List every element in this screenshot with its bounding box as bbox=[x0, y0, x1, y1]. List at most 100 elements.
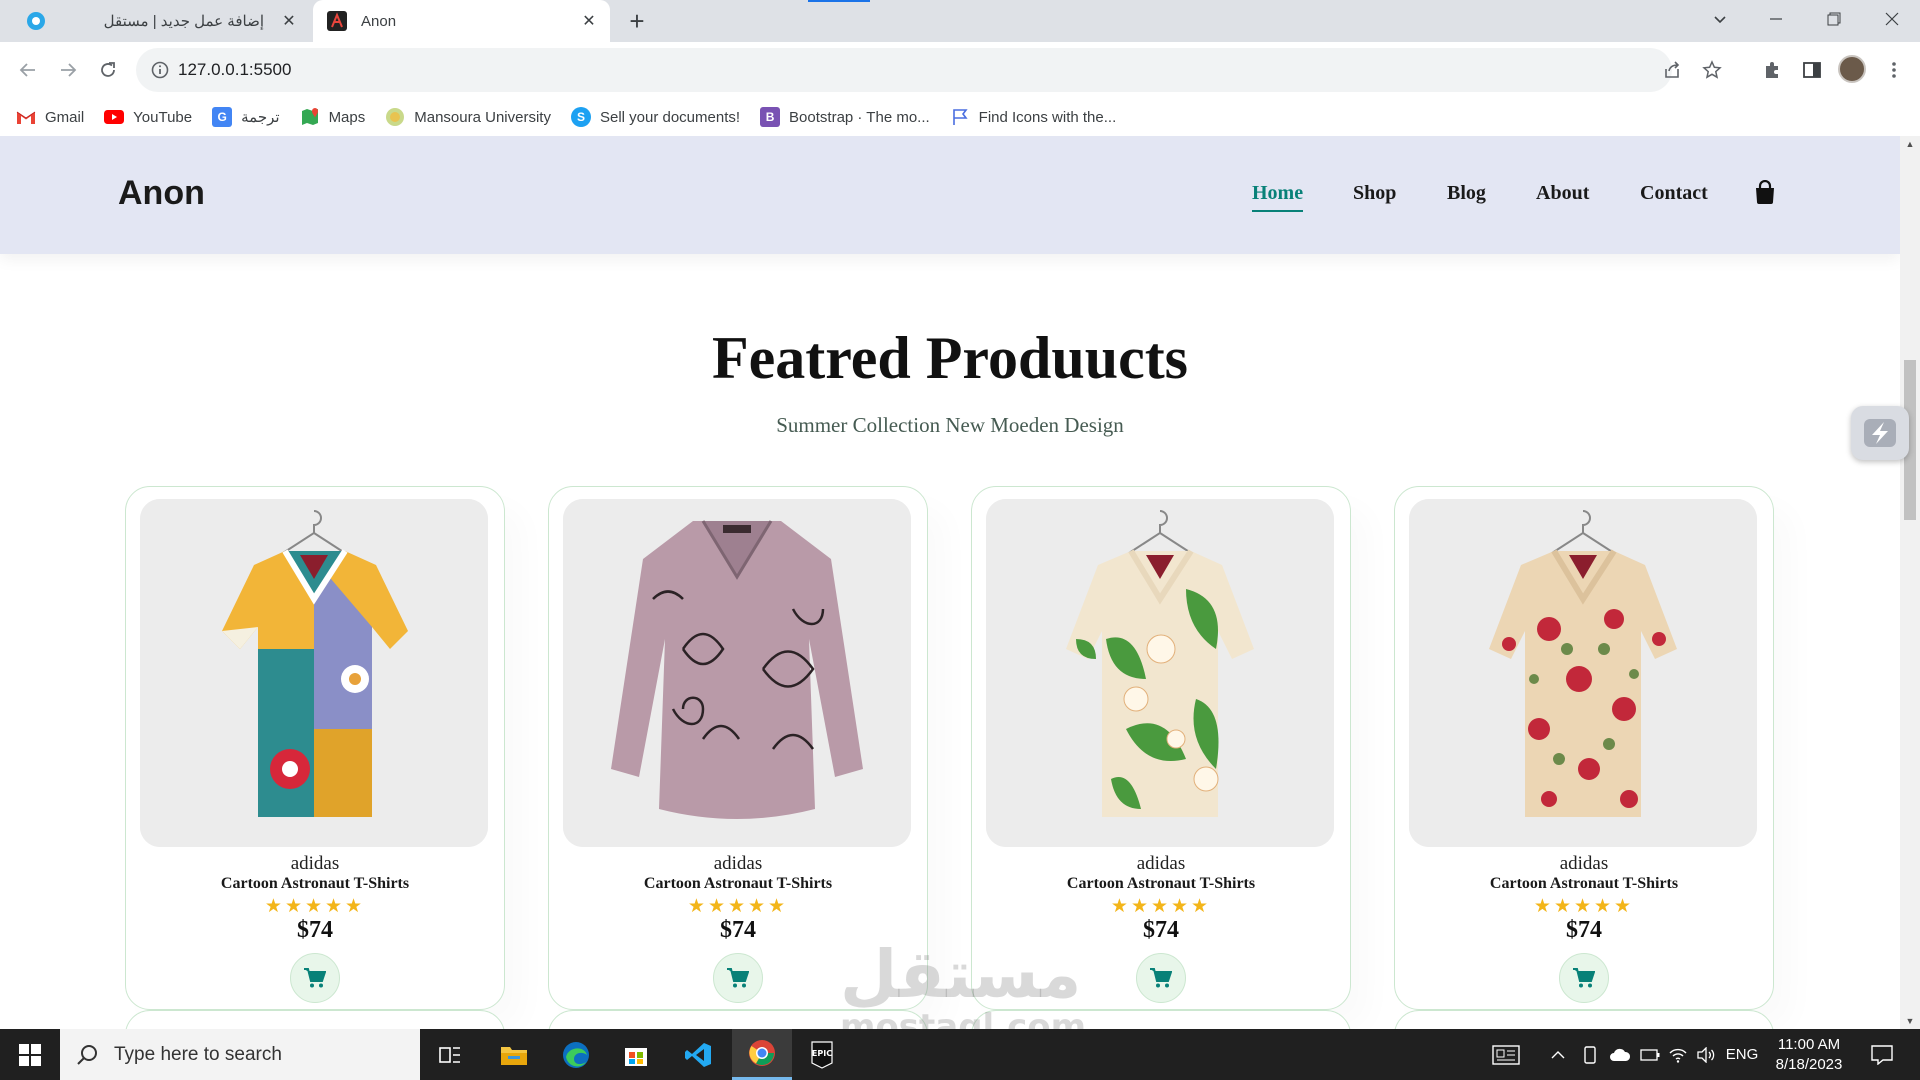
watermark-arabic: مستقل bbox=[840, 936, 1082, 1013]
gmail-icon bbox=[16, 107, 36, 127]
product-card[interactable]: adidas Cartoon Astronaut T-Shirts ★★★★★ … bbox=[125, 486, 505, 1010]
forward-arrow-icon[interactable] bbox=[52, 54, 84, 86]
sell-docs-icon: S bbox=[570, 107, 591, 127]
nav-about[interactable]: About bbox=[1536, 182, 1589, 205]
taskbar-clock[interactable]: 11:00 AM 8/18/2023 bbox=[1764, 1035, 1854, 1075]
edge-browser-icon[interactable] bbox=[546, 1029, 606, 1080]
bookmark-youtube[interactable]: YouTube bbox=[104, 107, 192, 127]
add-to-cart-button[interactable] bbox=[1559, 953, 1609, 1003]
close-tab-icon[interactable]: ✕ bbox=[578, 10, 600, 32]
bookmark-mansoura[interactable]: Mansoura University bbox=[385, 107, 551, 127]
minimize-icon[interactable] bbox=[1750, 0, 1802, 38]
bootstrap-icon: B bbox=[760, 107, 781, 127]
bookmark-star-icon[interactable] bbox=[1700, 58, 1724, 82]
side-panel-icon[interactable] bbox=[1796, 54, 1828, 86]
onedrive-cloud-icon[interactable] bbox=[1606, 1029, 1634, 1080]
notifications-icon[interactable] bbox=[1862, 1029, 1902, 1080]
product-image-rose-floral-shirt bbox=[1409, 499, 1757, 847]
search-placeholder: Type here to search bbox=[114, 1043, 282, 1065]
flag-icon bbox=[950, 107, 970, 127]
more-menu-icon[interactable] bbox=[1878, 54, 1910, 86]
new-tab-icon[interactable]: + bbox=[622, 6, 652, 36]
product-card[interactable] bbox=[1394, 1010, 1774, 1029]
rating-stars-icon: ★★★★★ bbox=[1533, 895, 1635, 917]
bookmark-label: Sell your documents! bbox=[599, 108, 741, 126]
file-explorer-icon[interactable] bbox=[484, 1029, 544, 1080]
battery-icon[interactable] bbox=[1638, 1029, 1662, 1080]
tab-title: إضافة عمل جديد | مستقل bbox=[103, 13, 264, 30]
rating-stars-icon: ★★★★★ bbox=[264, 895, 366, 917]
device-icon[interactable] bbox=[1578, 1029, 1602, 1080]
tab-anon[interactable]: Anon ✕ bbox=[313, 0, 610, 42]
site-info-icon[interactable] bbox=[150, 60, 170, 80]
microsoft-store-icon[interactable] bbox=[606, 1029, 666, 1080]
scroll-up-icon[interactable]: ▲ bbox=[1900, 136, 1920, 152]
product-card[interactable]: adidas Cartoon Astronaut T-Shirts ★★★★★ … bbox=[971, 486, 1351, 1010]
product-name: Cartoon Astronaut T-Shirts bbox=[220, 875, 410, 892]
url-text: 127.0.0.1:5500 bbox=[178, 60, 292, 79]
volume-icon[interactable] bbox=[1694, 1029, 1718, 1080]
product-card[interactable] bbox=[125, 1010, 505, 1029]
site-logo[interactable]: Anon bbox=[118, 174, 205, 213]
bookmark-label: Find Icons with the... bbox=[978, 108, 1117, 126]
product-name: Cartoon Astronaut T-Shirts bbox=[1066, 875, 1256, 892]
youtube-icon bbox=[104, 107, 125, 127]
rating-stars-icon: ★★★★★ bbox=[1110, 895, 1212, 917]
search-icon bbox=[77, 1044, 97, 1065]
bookmark-find-icons[interactable]: Find Icons with the... bbox=[950, 107, 1117, 127]
product-image-leaf-floral-shirt bbox=[986, 499, 1334, 847]
bookmark-gmail[interactable]: Gmail bbox=[16, 107, 84, 127]
bookmark-translate[interactable]: G ترجمة bbox=[212, 107, 280, 127]
page-scrollbar[interactable]: ▲ ▼ bbox=[1900, 136, 1920, 1029]
product-brand: adidas bbox=[290, 853, 340, 874]
tab-search-chevron-down-icon[interactable] bbox=[1694, 0, 1746, 38]
chrome-taskbar-icon[interactable] bbox=[732, 1029, 792, 1080]
anon-favicon-icon bbox=[327, 11, 347, 31]
maps-icon bbox=[300, 107, 320, 127]
windows-start-icon[interactable] bbox=[0, 1029, 60, 1080]
bookmark-maps[interactable]: Maps bbox=[300, 107, 366, 127]
vscode-icon[interactable] bbox=[668, 1029, 728, 1080]
add-to-cart-button[interactable] bbox=[1136, 953, 1186, 1003]
scroll-down-icon[interactable]: ▼ bbox=[1900, 1013, 1920, 1029]
product-card[interactable]: adidas Cartoon Astronaut T-Shirts ★★★★★ … bbox=[548, 486, 928, 1010]
tab-title: Anon bbox=[361, 12, 397, 30]
nav-blog[interactable]: Blog bbox=[1447, 182, 1486, 205]
bookmark-label: Maps bbox=[328, 108, 366, 126]
taskbar-search-box[interactable]: Type here to search bbox=[60, 1029, 420, 1080]
add-to-cart-button[interactable] bbox=[713, 953, 763, 1003]
nav-shop[interactable]: Shop bbox=[1353, 182, 1396, 205]
tab-mostaql[interactable]: إضافة عمل جديد | مستقل ✕ bbox=[12, 0, 310, 42]
shopping-bag-icon[interactable] bbox=[1754, 179, 1776, 204]
close-tab-icon[interactable]: ✕ bbox=[278, 10, 300, 32]
back-arrow-icon[interactable] bbox=[12, 54, 44, 86]
product-brand: adidas bbox=[713, 853, 763, 874]
product-card[interactable]: adidas Cartoon Astronaut T-Shirts ★★★★★ … bbox=[1394, 486, 1774, 1010]
restore-icon[interactable] bbox=[1808, 0, 1860, 38]
news-widget-icon[interactable] bbox=[1486, 1029, 1526, 1080]
cart-icon bbox=[1573, 968, 1595, 988]
epic-games-icon[interactable]: EPIC bbox=[792, 1029, 852, 1080]
add-to-cart-button[interactable] bbox=[290, 953, 340, 1003]
browser-tab-strip: إضافة عمل جديد | مستقل ✕ Anon ✕ + bbox=[0, 0, 1920, 42]
bookmark-bootstrap[interactable]: B Bootstrap · The mo... bbox=[760, 107, 930, 127]
nav-contact[interactable]: Contact bbox=[1640, 182, 1708, 205]
bookmark-sell-docs[interactable]: S Sell your documents! bbox=[570, 107, 741, 127]
extensions-puzzle-icon[interactable] bbox=[1756, 54, 1788, 86]
floating-extension-button[interactable] bbox=[1851, 406, 1909, 460]
svg-text:EPIC: EPIC bbox=[812, 1049, 832, 1058]
page-viewport: Anon Home Shop Blog About Contact Featre… bbox=[0, 136, 1900, 1029]
wifi-icon[interactable] bbox=[1666, 1029, 1690, 1080]
close-window-icon[interactable] bbox=[1866, 0, 1918, 38]
reload-icon[interactable] bbox=[92, 54, 124, 86]
language-indicator[interactable]: ENG bbox=[1722, 1029, 1762, 1080]
profile-avatar[interactable] bbox=[1838, 55, 1866, 83]
share-icon[interactable] bbox=[1660, 58, 1684, 82]
product-brand: adidas bbox=[1559, 853, 1609, 874]
product-image-mauve-blouse bbox=[563, 499, 911, 847]
show-hidden-icons-chevron-up-icon[interactable] bbox=[1546, 1029, 1570, 1080]
nav-home[interactable]: Home bbox=[1252, 182, 1304, 212]
address-bar[interactable]: 127.0.0.1:5500 bbox=[136, 48, 1722, 92]
bookmark-label: Gmail bbox=[45, 108, 85, 126]
task-view-icon[interactable] bbox=[420, 1029, 480, 1080]
